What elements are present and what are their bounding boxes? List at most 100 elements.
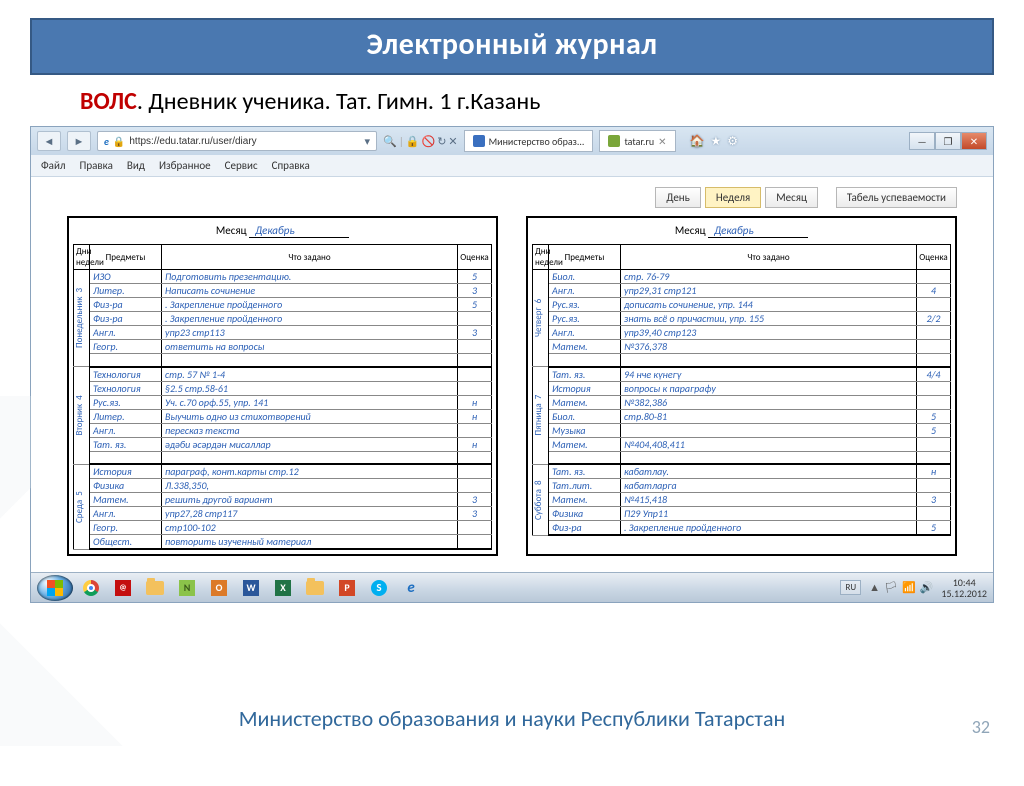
view-report-button[interactable]: Табель успеваемости — [836, 187, 957, 208]
cell-grade: н — [917, 464, 951, 479]
taskbar-notepad-icon[interactable]: N — [173, 576, 201, 600]
search-icon[interactable]: 🔍 — [383, 135, 397, 148]
cell-subject: Биол. — [549, 270, 621, 284]
tray-flag-icon[interactable]: 🏳 — [884, 581, 898, 594]
tray-up-icon[interactable]: ▲ — [869, 581, 880, 594]
lock-action-icon[interactable]: 🔒 — [406, 135, 420, 148]
back-button[interactable]: ◄ — [37, 131, 61, 151]
url-dropdown-icon[interactable]: ▾ — [364, 135, 370, 148]
browser-tab[interactable]: Министерство образ... — [464, 130, 594, 152]
cell-subject: Англ. — [549, 326, 621, 340]
col-grade: Оценка — [917, 245, 951, 270]
cell-subject: Матем. — [90, 493, 162, 507]
taskbar: @ N O W X P S e RU ▲ 🏳 📶 🔊 10:44 15.12.2… — [31, 572, 993, 602]
day-cell: Пятница 7 — [533, 367, 549, 465]
menu-favorites[interactable]: Избранное — [159, 159, 211, 172]
tab-favicon-icon — [608, 135, 620, 147]
browser-window: ◄ ► e 🔒 ▾ 🔍| 🔒 🚫 ↻ ✕ Министерство образ.… — [30, 126, 994, 603]
browser-toolbar: ◄ ► e 🔒 ▾ 🔍| 🔒 🚫 ↻ ✕ Министерство образ.… — [31, 127, 993, 155]
cell-subject: Тат. яз. — [90, 437, 162, 451]
cell-subject: Тат.лит. — [549, 479, 621, 493]
taskbar-excel-icon[interactable]: X — [269, 576, 297, 600]
cell-grade — [458, 340, 492, 354]
cell-subject: Геогр. — [90, 521, 162, 535]
browser-tab[interactable]: tatar.ru✕ — [599, 130, 675, 152]
cell-task: дописать сочинение, упр. 144 — [621, 298, 917, 312]
cell-task: стр. 76-79 — [621, 270, 917, 284]
view-day-button[interactable]: День — [655, 187, 701, 208]
url-input[interactable] — [129, 136, 360, 147]
view-controls: День Неделя Месяц Табель успеваемости — [67, 187, 957, 208]
slide-subtitle: ВОЛС. Дневник ученика. Тат. Гимн. 1 г.Ка… — [80, 87, 984, 116]
cell-grade — [458, 354, 492, 367]
tab-close-icon[interactable]: ✕ — [658, 135, 666, 148]
blocked-icon[interactable]: 🚫 — [421, 135, 435, 148]
cell-subject: Рус.яз. — [549, 312, 621, 326]
tray-sound-icon[interactable]: 🔊 — [920, 581, 934, 594]
cell-grade — [917, 381, 951, 395]
cell-subject: Англ. — [90, 507, 162, 521]
cell-grade: 4/4 — [917, 367, 951, 382]
view-month-button[interactable]: Месяц — [765, 187, 818, 208]
menu-file[interactable]: Файл — [41, 159, 66, 172]
cell-grade — [458, 312, 492, 326]
cell-task: решить другой вариант — [162, 493, 458, 507]
cell-grade: 5 — [458, 298, 492, 312]
taskbar-skype-icon[interactable]: S — [365, 576, 393, 600]
cell-task: П29 Упр11 — [621, 507, 917, 521]
cell-subject: Тат. яз. — [549, 367, 621, 382]
cell-grade: 5 — [917, 423, 951, 437]
cell-task: №404,408,411 — [621, 437, 917, 451]
taskbar-clock[interactable]: 10:44 15.12.2012 — [941, 577, 987, 599]
taskbar-ie-icon[interactable]: e — [397, 576, 425, 600]
menu-view[interactable]: Вид — [127, 159, 145, 172]
taskbar-outlook-icon[interactable]: O — [205, 576, 233, 600]
language-indicator[interactable]: RU — [840, 580, 861, 595]
settings-icon[interactable]: ⚙ — [727, 134, 738, 149]
cell-grade — [917, 437, 951, 451]
forward-button[interactable]: ► — [67, 131, 91, 151]
cell-task: упр39,40 стр123 — [621, 326, 917, 340]
cell-grade — [458, 464, 492, 479]
cell-task: вопросы к параграфу — [621, 381, 917, 395]
taskbar-ppt-icon[interactable]: P — [333, 576, 361, 600]
cell-subject: Физика — [90, 479, 162, 493]
menu-help[interactable]: Справка — [272, 159, 310, 172]
stop-icon[interactable]: ✕ — [448, 135, 457, 148]
cell-subject: Матем. — [549, 493, 621, 507]
cell-task — [621, 451, 917, 464]
day-cell: Суббота 8 — [533, 464, 549, 535]
cell-subject — [90, 354, 162, 367]
favorites-icon[interactable]: ★ — [710, 134, 721, 149]
cell-grade: 2/2 — [917, 312, 951, 326]
cell-task: знать всё о причастии, упр. 155 — [621, 312, 917, 326]
col-grade: Оценка — [458, 245, 492, 270]
home-icon[interactable]: 🏠 — [690, 134, 705, 149]
address-bar[interactable]: e 🔒 ▾ — [97, 131, 377, 151]
refresh-icon[interactable]: ↻ — [437, 135, 446, 148]
cell-subject: Рус.яз. — [90, 395, 162, 409]
cell-subject: Технология — [90, 367, 162, 382]
taskbar-tray: RU ▲ 🏳 📶 🔊 10:44 15.12.2012 — [840, 577, 987, 599]
diary-table-left: Дни недели Предметы Что задано Оценка По… — [73, 244, 492, 550]
subtitle-highlight: ВОЛС — [80, 87, 137, 116]
cell-grade: 3 — [458, 284, 492, 298]
cell-subject: Литер. — [90, 284, 162, 298]
cell-subject: Музыка — [549, 423, 621, 437]
cell-task — [621, 423, 917, 437]
cell-grade: 3 — [917, 493, 951, 507]
window-controls: — ❐ ✕ — [909, 132, 987, 150]
close-button[interactable]: ✕ — [961, 132, 987, 150]
taskbar-folder-icon[interactable] — [301, 576, 329, 600]
cell-subject: Литер. — [90, 409, 162, 423]
view-week-button[interactable]: Неделя — [705, 187, 761, 208]
menu-tools[interactable]: Сервис — [225, 159, 258, 172]
taskbar-explorer-icon[interactable] — [141, 576, 169, 600]
cell-grade: 3 — [458, 507, 492, 521]
minimize-button[interactable]: — — [909, 132, 935, 150]
tray-network-icon[interactable]: 📶 — [902, 581, 916, 594]
menu-edit[interactable]: Правка — [80, 159, 113, 172]
day-cell: Вторник 4 — [74, 367, 90, 465]
maximize-button[interactable]: ❐ — [935, 132, 961, 150]
taskbar-word-icon[interactable]: W — [237, 576, 265, 600]
